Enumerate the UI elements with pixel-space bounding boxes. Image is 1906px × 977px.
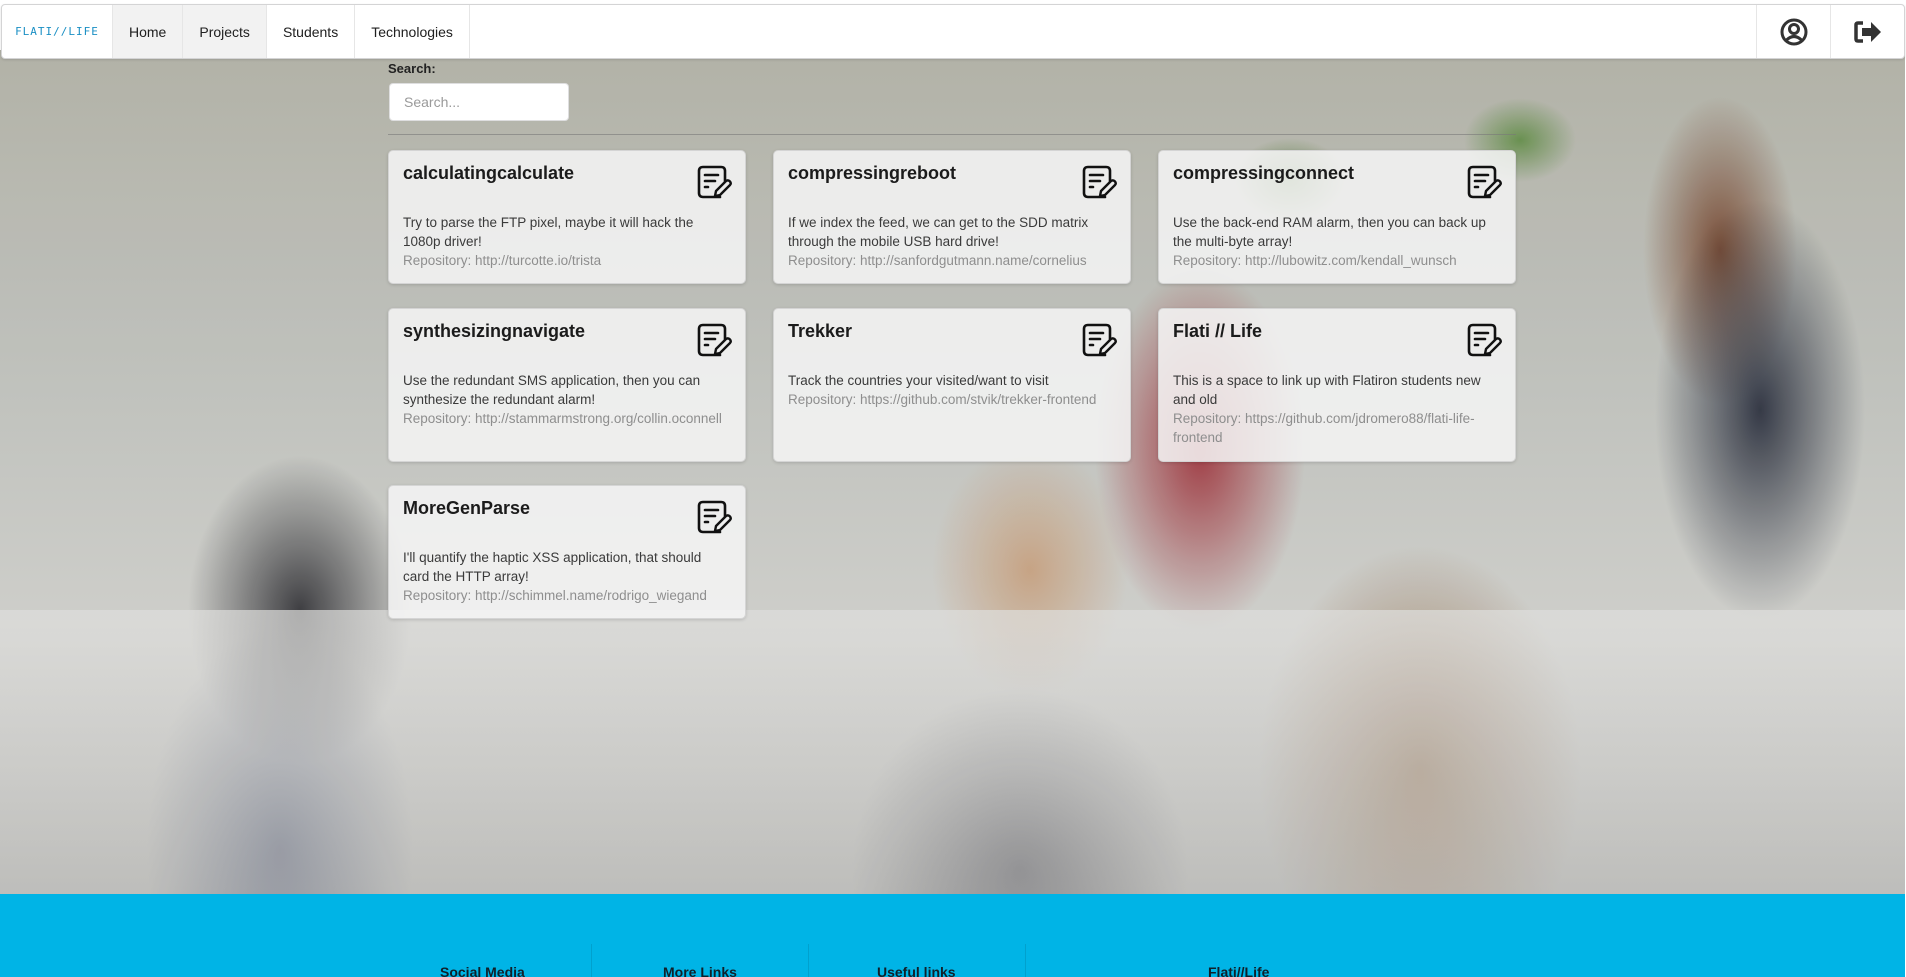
project-card[interactable]: synthesizingnavigate Use the redundant S… (388, 308, 746, 462)
nav-item-technologies[interactable]: Technologies (355, 5, 470, 58)
search-input[interactable] (389, 83, 569, 121)
footer-divider (808, 944, 809, 977)
footer-heading-social-media: Social Media (440, 964, 525, 977)
footer-heading-flati-life: Flati//Life (1208, 964, 1270, 977)
card-description: Try to parse the FTP pixel, maybe it wil… (403, 215, 694, 249)
edit-note-icon[interactable] (695, 321, 733, 359)
nav-item-students[interactable]: Students (267, 5, 356, 58)
card-title: compressingconnect (1173, 163, 1355, 183)
card-repository[interactable]: Repository: http://stammarmstrong.org/co… (403, 409, 731, 428)
card-title: synthesizingnavigate (403, 321, 586, 341)
project-card[interactable]: compressingconnect Use the back-end RAM … (1158, 150, 1516, 284)
edit-note-icon[interactable] (695, 163, 733, 201)
search-label: Search: (388, 61, 436, 76)
nav-item-projects[interactable]: Projects (183, 5, 267, 58)
card-description: Use the redundant SMS application, then … (403, 373, 701, 407)
logout-button[interactable] (1830, 5, 1904, 58)
card-repository[interactable]: Repository: http://turcotte.io/trista (403, 251, 731, 270)
card-description: Track the countries your visited/want to… (788, 373, 1049, 388)
footer-heading-useful-links: Useful links (877, 964, 956, 977)
edit-note-icon[interactable] (1080, 163, 1118, 201)
sign-out-icon (1853, 20, 1881, 43)
card-repository[interactable]: Repository: http://lubowitz.com/kendall_… (1173, 251, 1501, 270)
project-card[interactable]: calculatingcalculate Try to parse the FT… (388, 150, 746, 284)
card-description: I'll quantify the haptic XSS application… (403, 550, 702, 584)
card-repository[interactable]: Repository: http://schimmel.name/rodrigo… (403, 586, 731, 605)
card-title: MoreGenParse (403, 498, 531, 518)
top-navbar: FLATI//LIFE Home Projects Students Techn… (1, 4, 1905, 59)
card-description: Use the back-end RAM alarm, then you can… (1173, 215, 1486, 249)
card-title: Trekker (788, 321, 853, 341)
card-title: calculatingcalculate (403, 163, 575, 183)
footer-divider (1025, 944, 1026, 977)
edit-note-icon[interactable] (695, 498, 733, 536)
footer: Social Media More Links Useful links Fla… (0, 894, 1905, 977)
card-title: compressingreboot (788, 163, 957, 183)
card-description: If we index the feed, we can get to the … (788, 215, 1089, 249)
card-title: Flati // Life (1173, 321, 1263, 341)
profile-button[interactable] (1756, 5, 1830, 58)
user-circle-icon (1780, 18, 1807, 45)
edit-note-icon[interactable] (1465, 321, 1503, 359)
nav-item-home[interactable]: Home (113, 5, 184, 58)
project-card[interactable]: Trekker Track the countries your visited… (773, 308, 1131, 462)
card-repository[interactable]: Repository: https://github.com/stvik/tre… (788, 390, 1116, 409)
edit-note-icon[interactable] (1465, 163, 1503, 201)
logo[interactable]: FLATI//LIFE (2, 5, 113, 58)
footer-divider (591, 944, 592, 977)
project-card[interactable]: Flati // Life This is a space to link up… (1158, 308, 1516, 462)
card-description: This is a space to link up with Flatiron… (1173, 373, 1481, 407)
card-repository[interactable]: Repository: http://sanfordgutmann.name/c… (788, 251, 1116, 270)
edit-note-icon[interactable] (1080, 321, 1118, 359)
divider (388, 134, 1516, 135)
project-card[interactable]: MoreGenParse I'll quantify the haptic XS… (388, 485, 746, 619)
card-repository[interactable]: Repository: https://github.com/jdromero8… (1173, 409, 1501, 447)
footer-heading-more-links: More Links (663, 964, 737, 977)
project-card[interactable]: compressingreboot If we index the feed, … (773, 150, 1131, 284)
